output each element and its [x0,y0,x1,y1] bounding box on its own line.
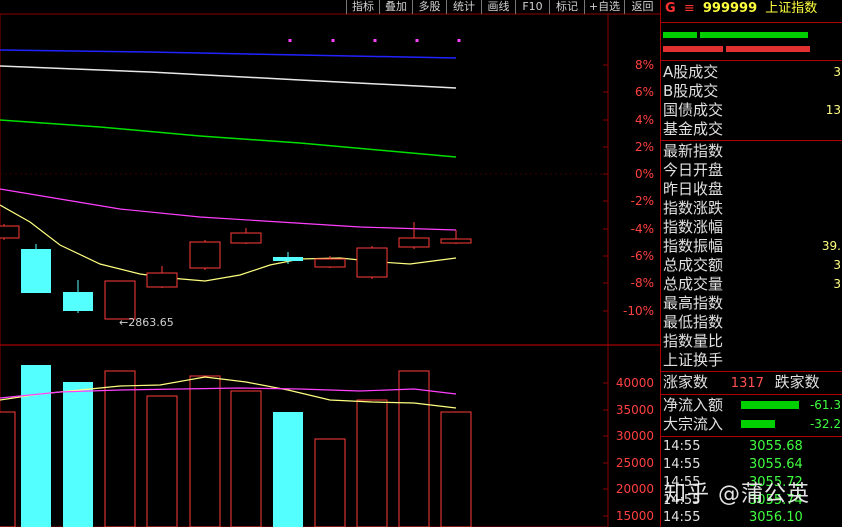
toolbar-overlay-button[interactable]: 叠加 [379,0,412,14]
toolbar-add-watchlist-button[interactable]: +自选 [584,0,624,14]
volume-bar-up [314,438,346,527]
price-axis-label: 4% [635,113,654,127]
stock-name: 上证指数 [765,1,818,16]
stat-row-high: 最高指数 [663,294,724,312]
volume-bar-up [189,375,221,527]
ma-line-yellow [0,204,457,282]
price-axis-label: 2% [635,140,654,154]
stock-code: 999999 [702,1,758,16]
marker-dot [373,39,377,42]
stat-row-low: 最低指数 [663,313,724,331]
tick-row: 14:55 3056.10 [663,510,803,525]
sell-bar-long [726,46,810,52]
tick-row: 14:55 3055.64 [663,457,803,472]
price-axis-label: -4% [631,222,654,236]
toolbar-draw-button[interactable]: 画线 [481,0,515,14]
candle-body-down [273,257,303,261]
candle-body-up [189,241,221,269]
tick-row: 14:55 3055.68 [663,439,803,454]
buy-bar-short [663,32,697,38]
price-axis-label: -10% [623,304,654,318]
price-axis-label: -8% [631,276,654,290]
price-axis-label: -2% [631,194,654,208]
candle-body-up [314,258,346,268]
price-axis-label: -6% [631,249,654,263]
toolbar-multistock-button[interactable]: 多股 [412,0,446,14]
toolbar-indicator-button[interactable]: 指标 [346,0,379,14]
menu-icon[interactable]: ≡ [684,1,695,16]
candle-body-down [63,292,93,311]
volume-axis-label: 30000 [616,429,654,443]
block-inflow-bar [741,420,775,428]
quote-panel: G ≡ 999999 上证指数 A股成交 3 B股成交 国债成交 13 基金成交 最… [660,0,842,527]
volume-axis-label: 15000 [616,509,654,523]
stat-row-open: 今日开盘 [663,161,724,179]
volume-bar-up [146,395,178,527]
up-count: 1317 [730,376,764,391]
block-inflow-row: 大宗流入 -32.2 [663,415,841,433]
stat-row-amount: 总成交额 3 [663,256,841,274]
volume-bar-up [0,411,16,527]
stat-row-amplitude: 指数振幅 39. [663,237,841,255]
stat-row-latest: 最新指数 [663,142,724,160]
volume-bar-up [398,370,430,527]
stat-row-change: 指数涨跌 [663,199,724,217]
volume-axis-label: 40000 [616,376,654,390]
ma-line-green [0,119,457,158]
net-inflow-row: 净流入额 -61.3 [663,396,841,414]
buy-bar-long [700,32,808,38]
price-axis-label: 8% [635,58,654,72]
net-inflow-bar [741,401,799,409]
marker-dot [288,39,292,42]
candle-body-up [230,232,262,244]
volume-bar-up [104,370,136,527]
price-axis-label: 6% [635,85,654,99]
candle-body-up [146,272,178,288]
ma-line-white [0,65,457,89]
ma-line-magenta [0,188,457,231]
candle-body-down [21,249,51,293]
a-share-turnover-row: A股成交 3 [663,63,841,81]
stat-row-prev-close: 昨日收盘 [663,180,724,198]
b-share-turnover-row: B股成交 [663,82,719,100]
volume-axis-label: 25000 [616,456,654,470]
candle-body-up [440,238,472,244]
volume-bar-up [440,411,472,527]
candle-body-up [104,280,136,320]
breadth-row: 涨家数 1317 跌家数 [663,373,820,391]
volume-bar-up [230,390,262,527]
candle-body-up [0,225,20,239]
marker-dot [415,39,419,42]
stat-row-turnover-rate: 上证换手 [663,351,724,369]
stat-row-volume-ratio: 指数量比 [663,332,724,350]
watermark: 知乎 @蒲公英 [664,482,810,507]
bond-turnover-row: 国债成交 13 [663,101,841,119]
candle-body-up [356,247,388,278]
chart-toolbar: 指标 叠加 多股 统计 画线 F10 标记 +自选 返回 [0,0,660,14]
fund-turnover-row: 基金成交 [663,120,724,138]
kline-chart[interactable]: 8% 6% 4% 2% 0% -2% -4% -6% -8% -10% 40000 35000 3000… [0,0,660,527]
candle-body-up [398,237,430,248]
toolbar-back-button[interactable]: 返回 [624,0,660,14]
toolbar-mark-button[interactable]: 标记 [549,0,584,14]
price-axis-label: 0% [635,167,654,181]
stat-row-volume: 总成交量 3 [663,275,841,293]
volume-axis-label: 35000 [616,403,654,417]
toolbar-stats-button[interactable]: 统计 [446,0,481,14]
volume-bar-down [21,365,51,527]
toolbar-f10-button[interactable]: F10 [515,0,549,14]
marker-dot [457,39,461,42]
volume-bar-down [273,412,303,527]
sell-bar-short [663,46,723,52]
panel-header: G ≡ 999999 上证指数 [665,0,817,18]
stat-row-change-pct: 指数涨幅 [663,218,724,236]
volume-bar-up [356,399,388,527]
low-price-annotation: ←2863.65 [119,316,174,329]
marker-dot [331,39,335,42]
volume-bar-down [63,382,93,527]
volume-axis-label: 20000 [616,482,654,496]
prefix-label: G [665,1,676,16]
ma-line-blue [0,49,457,59]
